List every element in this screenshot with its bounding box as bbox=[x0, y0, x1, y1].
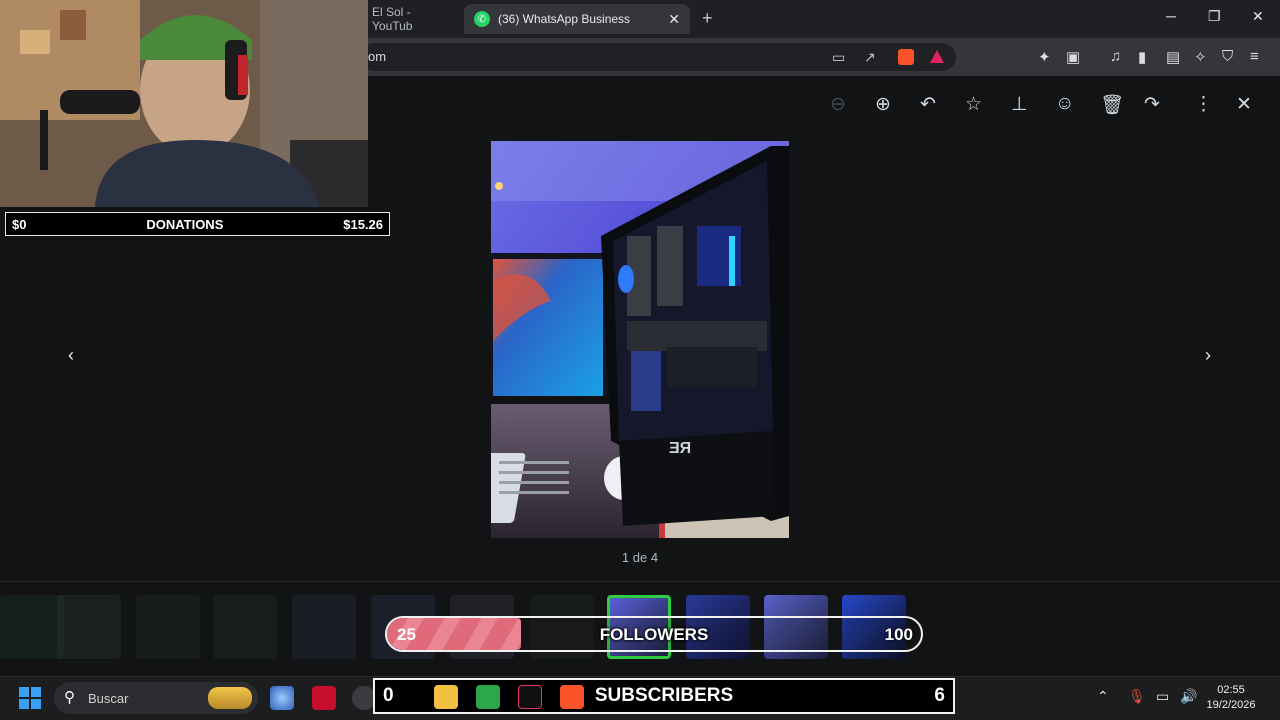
tab-youtube[interactable]: El Sol - YouTub bbox=[362, 4, 462, 34]
tiktok-app-icon[interactable] bbox=[518, 685, 542, 709]
volume-icon[interactable]: 🔊 bbox=[1180, 688, 1197, 705]
network-icon[interactable]: ▭ bbox=[1156, 688, 1169, 705]
restore-button[interactable]: ❐ bbox=[1208, 8, 1221, 25]
followers-label: FOLLOWERS bbox=[599, 625, 709, 644]
tab-search-icon[interactable]: ▣ bbox=[1066, 48, 1080, 66]
thumbnail[interactable] bbox=[136, 595, 200, 659]
pc-setup-image: ƎЯ bbox=[491, 141, 789, 538]
subscribers-goal-bar: 0 SUBSCRIBERS 6 bbox=[373, 678, 955, 714]
media-photo[interactable]: ƎЯ bbox=[491, 141, 789, 538]
delete-icon[interactable]: 🗑 bbox=[1100, 93, 1124, 117]
followers-goal-bar: 25 FOLLOWERS 100 bbox=[385, 616, 923, 652]
thumbnail[interactable] bbox=[213, 595, 277, 659]
sidebar-icon[interactable]: ▮ bbox=[1138, 48, 1146, 66]
windows-taskbar: ⚲ Buscar 0 SUBSCRIBERS 6 ⌃ 🎙 ▭ 🔊 02:55 1… bbox=[0, 676, 1280, 720]
leo-ai-icon[interactable]: ✧ bbox=[1194, 48, 1207, 66]
tab-close-icon[interactable]: ✕ bbox=[668, 11, 680, 28]
donations-current: $15.26 bbox=[343, 216, 383, 232]
search-placeholder: Buscar bbox=[88, 691, 129, 706]
thumbnail[interactable] bbox=[57, 595, 121, 659]
vpn-icon[interactable]: ⛉ bbox=[1222, 48, 1233, 65]
donations-goal-bar: $0 DONATIONS $15.26 bbox=[5, 212, 390, 236]
donations-label: DONATIONS bbox=[146, 216, 224, 232]
webcam-overlay bbox=[0, 0, 368, 207]
reply-icon[interactable]: ↶ bbox=[920, 93, 936, 116]
search-highlight-icon bbox=[208, 687, 252, 709]
tab-label: El Sol - YouTub bbox=[372, 5, 413, 33]
whatsapp-icon: ✆ bbox=[474, 11, 490, 27]
install-app-icon[interactable]: ▭ bbox=[832, 49, 845, 66]
close-icon[interactable]: ✕ bbox=[1236, 93, 1252, 116]
address-bar[interactable]: om ▭ ↗ bbox=[360, 43, 956, 71]
clock-time: 02:55 bbox=[1217, 684, 1245, 696]
window-close-button[interactable]: ✕ bbox=[1252, 8, 1264, 25]
media-counter: 1 de 4 bbox=[621, 550, 659, 565]
excel-app-icon[interactable] bbox=[476, 685, 500, 709]
share-icon[interactable]: ↗ bbox=[864, 49, 876, 66]
taskbar-search[interactable]: ⚲ Buscar bbox=[54, 682, 258, 714]
brave-app-icon[interactable] bbox=[560, 685, 584, 709]
streamer-webcam-image bbox=[0, 0, 368, 207]
settings-app-icon[interactable] bbox=[270, 686, 294, 710]
thumbnail[interactable] bbox=[0, 595, 64, 659]
media-icon[interactable]: ♫ bbox=[1110, 48, 1121, 65]
taskbar-clock[interactable]: 02:55 19/2/2026 bbox=[1200, 683, 1262, 713]
star-icon[interactable]: ☆ bbox=[965, 93, 982, 116]
tab-label: (36) WhatsApp Business bbox=[498, 12, 631, 26]
brave-shields-icon[interactable] bbox=[898, 49, 914, 65]
tab-whatsapp-business[interactable]: ✆ (36) WhatsApp Business ✕ bbox=[464, 4, 690, 34]
next-arrow-icon[interactable]: › bbox=[1197, 344, 1219, 366]
address-url: om bbox=[368, 49, 387, 64]
menu-icon[interactable]: ≡ bbox=[1250, 48, 1259, 65]
pin-icon[interactable]: ⊥ bbox=[1011, 93, 1028, 116]
file-explorer-icon[interactable] bbox=[434, 685, 458, 709]
donations-min: $0 bbox=[12, 216, 27, 232]
clock-date: 19/2/2026 bbox=[1206, 699, 1256, 711]
subscribers-label: SUBSCRIBERS bbox=[594, 685, 734, 706]
followers-goal: 100 bbox=[884, 625, 913, 644]
more-icon[interactable]: ⋮ bbox=[1194, 93, 1213, 116]
amd-app-icon[interactable] bbox=[312, 686, 336, 710]
tray-overflow-icon[interactable]: ⌃ bbox=[1097, 688, 1109, 705]
start-button[interactable] bbox=[19, 687, 41, 709]
thumbnail[interactable] bbox=[292, 595, 356, 659]
emoji-icon[interactable]: ☺ bbox=[1055, 93, 1074, 115]
search-icon: ⚲ bbox=[64, 689, 75, 706]
svg-text:ƎЯ: ƎЯ bbox=[669, 440, 691, 457]
brave-rewards-icon[interactable] bbox=[930, 50, 944, 63]
previous-arrow-icon[interactable]: ‹ bbox=[60, 344, 82, 366]
zoom-in-icon[interactable]: ⊕ bbox=[875, 93, 891, 116]
minimize-button[interactable]: ─ bbox=[1166, 8, 1176, 24]
wallet-icon[interactable]: ▤ bbox=[1166, 48, 1180, 66]
zoom-out-icon[interactable]: ⊖ bbox=[830, 93, 846, 116]
microphone-icon[interactable]: 🎙 bbox=[1128, 688, 1146, 705]
forward-icon[interactable]: ↷ bbox=[1144, 93, 1160, 116]
extensions-icon[interactable]: ✦ bbox=[1038, 48, 1051, 66]
new-tab-button[interactable]: + bbox=[702, 8, 713, 29]
